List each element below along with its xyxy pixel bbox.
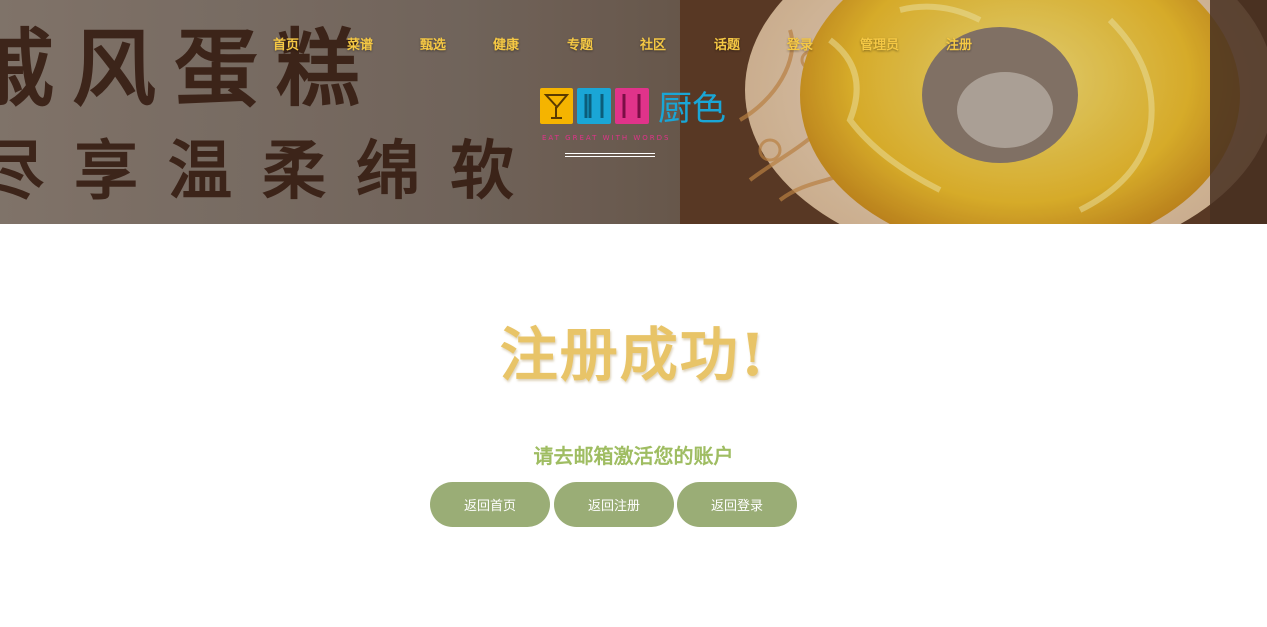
nav-item-community[interactable]: 社区 [640,34,666,53]
nav-item-topics[interactable]: 专题 [567,34,593,53]
back-login-button[interactable]: 返回登录 [677,482,797,527]
nav-item-discussions[interactable]: 话题 [714,34,740,53]
back-register-button[interactable]: 返回注册 [554,482,674,527]
action-buttons: 返回首页 返回注册 返回登录 [430,482,798,528]
nav-item-selection[interactable]: 甄选 [420,34,446,53]
nav-item-health[interactable]: 健康 [493,34,519,53]
logo-tagline: EAT GREAT WITH WORDS [542,134,671,142]
main-nav: 首页 菜谱 甄选 健康 专题 社区 话题 登录 管理员 注册 [0,34,1267,54]
activation-message: 请去邮箱激活您的账户 [533,446,734,468]
spoon-icon [615,88,649,124]
logo-divider [565,153,655,157]
site-logo[interactable]: 厨色 EAT GREAT WITH WORDS [540,88,740,148]
nav-item-admin[interactable]: 管理员 [860,34,899,53]
cocktail-icon [540,88,573,124]
back-home-button[interactable]: 返回首页 [430,482,550,527]
nav-item-login[interactable]: 登录 [787,34,813,53]
fork-knife-icon [577,88,611,124]
nav-item-recipes[interactable]: 菜谱 [347,34,373,53]
nav-item-register[interactable]: 注册 [946,34,972,53]
nav-item-home[interactable]: 首页 [273,34,299,53]
logo-name: 厨色 [658,89,726,129]
success-title: 注册成功! [499,321,768,389]
